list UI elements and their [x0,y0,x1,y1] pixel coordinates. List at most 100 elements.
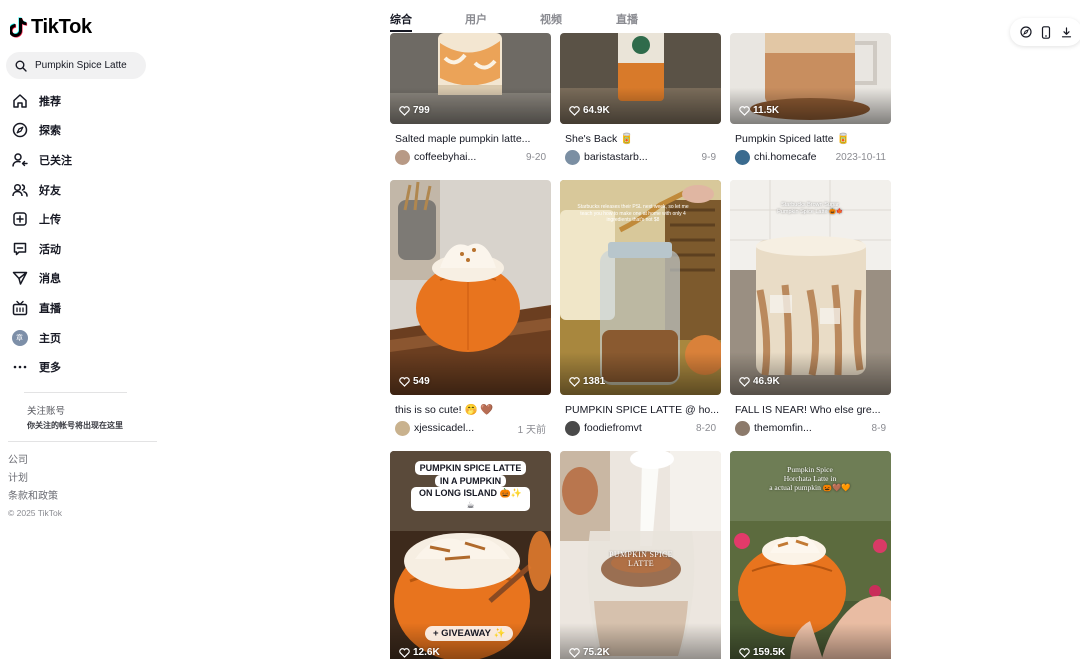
author-name[interactable]: baristastarb... [584,151,702,163]
video-card[interactable]: PUMPKIN SPICE LATTE IN A PUMPKIN ON LONG… [390,451,551,659]
author-name[interactable]: xjessicadel... [414,422,518,434]
live-icon [12,300,27,316]
nav-item-following[interactable]: 已关注 [0,145,160,175]
activity-icon [13,242,26,256]
nav-item-friends[interactable]: 好友 [0,175,160,205]
like-count-value: 75.2K [583,647,610,658]
user-follow-icon [11,153,28,167]
video-overlay-text: PUMPKIN SPICE LATTE [609,550,673,568]
sidebar-footer: 公司 计划 条款和政策 © 2025 TikTok [8,452,62,518]
video-caption[interactable]: PUMPKIN SPICE LATTE @ ho... [560,403,721,417]
tab-videos[interactable]: 视频 [540,11,562,27]
video-card[interactable]: PUMPKIN SPICE LATTE 75.2K [560,451,721,659]
author-avatar[interactable] [395,420,410,436]
nav-label: 好友 [39,184,61,197]
like-count-value: 549 [413,376,430,387]
video-caption[interactable]: this is so cute! 🤭 🤎 [390,403,551,417]
video-thumbnail[interactable]: PUMPKIN SPICE LATTE 75.2K [560,451,721,659]
video-overlay-text: PUMPKIN SPICE LATTE IN A PUMPKIN ON LONG… [411,461,530,511]
video-thumbnail[interactable]: 11.5K [730,33,891,124]
video-card[interactable]: 549 this is so cute! 🤭 🤎 xjessicadel... … [390,180,551,436]
following-accounts-title: 关注账号 [27,406,66,417]
nav-item-explore[interactable]: 探索 [0,116,160,146]
more-icon [13,365,26,369]
video-overlay-text: Starbucks releases their PSL next week, … [577,204,689,223]
author-name[interactable]: chi.homecafe [754,151,836,163]
video-thumbnail[interactable]: 549 [390,180,551,395]
video-card[interactable]: Pumpkin Spice Horchata Latte in a actual… [730,451,891,659]
post-date: 1 天前 [517,424,546,436]
video-card[interactable]: Starbucks Brown Sugar Pumpkin Spice Latt… [730,180,891,436]
video-thumbnail[interactable]: PUMPKIN SPICE LATTE IN A PUMPKIN ON LONG… [390,451,551,659]
device-tool-button[interactable] [1039,25,1053,39]
nav-label: 已关注 [39,154,72,167]
nav-label: 推荐 [39,95,61,108]
nav-item-activity[interactable]: 活动 [0,234,160,264]
home-icon [12,94,27,108]
video-card[interactable]: 11.5K Pumpkin Spiced latte 🥫 chi.homecaf… [730,33,891,165]
friends-icon [11,183,28,197]
video-thumbnail[interactable]: Pumpkin Spice Horchata Latte in a actual… [730,451,891,659]
tab-users[interactable]: 用户 [465,11,487,27]
floating-tools [1010,18,1080,46]
like-count-value: 799 [413,105,430,116]
search-bar[interactable]: Pumpkin Spice Latte [6,52,146,79]
search-input[interactable]: Pumpkin Spice Latte [35,60,127,71]
author-avatar[interactable] [395,149,410,165]
nav-item-messages[interactable]: 消息 [0,264,160,294]
author-avatar[interactable] [565,420,580,436]
video-meta: xjessicadel... 1 天前 [390,420,551,436]
author-name[interactable]: themomfin... [754,422,872,434]
overlay-line: Horchata Latte in [783,474,837,483]
compass-tool-button[interactable] [1019,25,1033,39]
tiktok-logo-icon [10,16,28,38]
video-caption[interactable]: FALL IS NEAR! Who else gre... [730,403,891,417]
video-thumbnail[interactable]: 64.9K [560,33,721,124]
video-caption[interactable]: Salted maple pumpkin latte... [390,132,551,146]
nav-item-more[interactable]: 更多 [0,352,160,382]
like-count: 75.2K [569,647,610,658]
overlay-line: a actual pumpkin 🎃🤎🧡 [769,483,851,492]
like-count: 46.9K [739,376,780,387]
video-thumbnail[interactable]: Starbucks releases their PSL next week, … [560,180,721,395]
video-caption[interactable]: Pumpkin Spiced latte 🥫 [730,132,891,146]
nav-item-profile[interactable]: 章 主页 [0,323,160,353]
heart-icon [569,105,580,116]
video-grid: 799 Salted maple pumpkin latte... coffee… [390,33,892,659]
download-tool-button[interactable] [1059,25,1073,39]
logo[interactable]: TikTok [10,16,92,39]
video-caption[interactable]: She's Back 🥫 [560,132,721,146]
heart-icon [399,647,410,658]
footer-link-company[interactable]: 公司 [8,452,62,470]
tab-live[interactable]: 直播 [616,11,638,27]
footer-link-terms[interactable]: 条款和政策 [8,488,62,506]
nav-item-foryou[interactable]: 推荐 [0,86,160,116]
author-avatar[interactable] [735,420,750,436]
video-card[interactable]: 799 Salted maple pumpkin latte... coffee… [390,33,551,165]
nav-item-live[interactable]: 直播 [0,293,160,323]
author-avatar[interactable] [565,149,580,165]
author-name[interactable]: foodiefromvt [584,422,696,434]
download-icon [1061,26,1071,37]
app-root: TikTok Pumpkin Spice Latte 推荐 探索 已关注 好友 … [0,0,1080,659]
post-date: 2023-10-11 [835,151,886,163]
sidebar-divider [8,441,157,442]
search-tabs: 综合 用户 视频 直播 [390,0,890,33]
like-count: 64.9K [569,105,610,116]
overlay-line: ON LONG ISLAND 🎃✨☕ [411,487,530,511]
video-thumbnail[interactable]: 799 [390,33,551,124]
nav-label: 活动 [39,243,61,256]
like-count-value: 159.5K [753,647,786,658]
video-thumbnail[interactable]: Starbucks Brown Sugar Pumpkin Spice Latt… [730,180,891,395]
tab-top[interactable]: 综合 [390,11,412,27]
like-count: 549 [399,376,430,387]
author-name[interactable]: coffeebyhai... [414,151,526,163]
video-overlay-text: Pumpkin Spice Horchata Latte in a actual… [760,465,860,492]
heart-icon [399,376,410,387]
nav-item-upload[interactable]: 上传 [0,204,160,234]
video-card[interactable]: 64.9K She's Back 🥫 baristastarb... 9-9 [560,33,721,165]
author-avatar[interactable] [735,149,750,165]
video-card[interactable]: Starbucks releases their PSL next week, … [560,180,721,436]
like-count-value: 46.9K [753,376,780,387]
footer-link-program[interactable]: 计划 [8,470,62,488]
